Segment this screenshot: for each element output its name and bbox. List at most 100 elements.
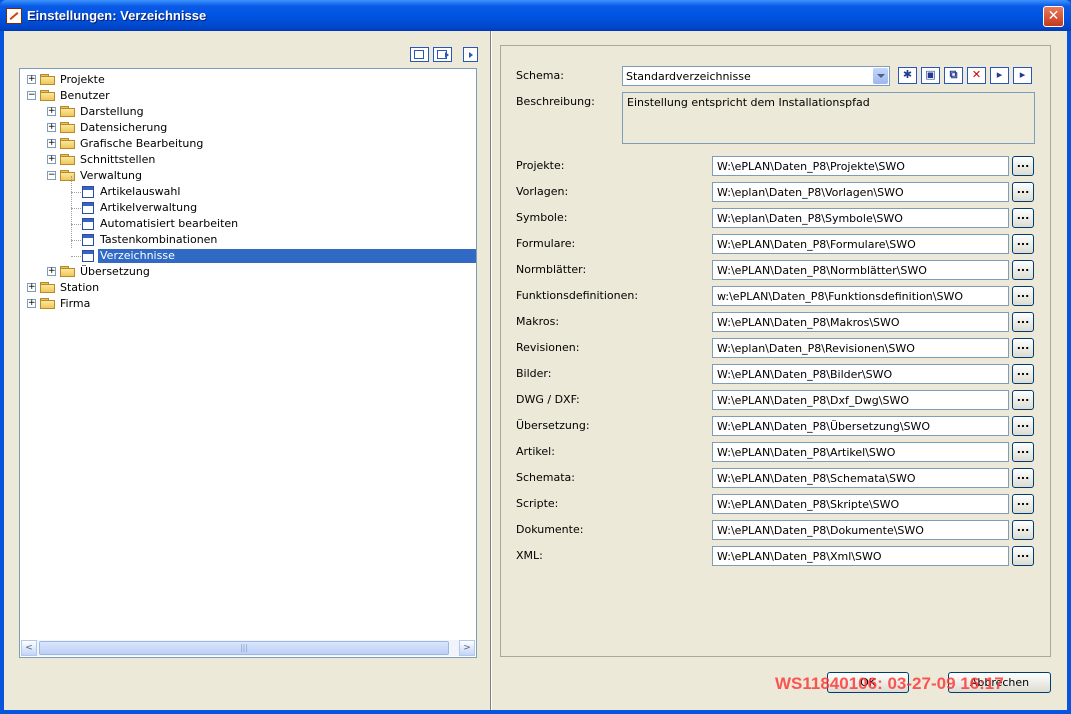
folder-icon [60,138,76,150]
tree-item[interactable]: + Projekte [20,72,476,88]
directory-label: Projekte: [516,159,565,172]
tree-item[interactable]: + Firma [20,296,476,312]
export-schema-button[interactable]: ▸ [1013,67,1032,84]
expand-panel-button[interactable] [463,47,478,62]
timestamp-watermark: WS11840106: 03-27-09 16:17 [775,674,1004,693]
tree-horizontal-scrollbar[interactable]: < ||| > [21,640,475,656]
directory-path-input[interactable]: W:\ePLAN\Daten_P8\Bilder\SWO [712,364,1009,384]
tree-item-label: Artikelauswahl [100,185,181,198]
copy-schema-button[interactable]: ⧉ [944,67,963,84]
browse-button[interactable]: ... [1012,182,1034,202]
collapse-icon[interactable]: − [47,171,56,180]
arrow-right-icon [445,52,449,58]
tree-item[interactable]: + Grafische Bearbeitung [20,136,476,152]
directory-label: Symbole: [516,211,568,224]
tree-item[interactable]: + Übersetzung [20,264,476,280]
directory-path-input[interactable]: w:\ePLAN\Daten_P8\Funktionsdefinition\SW… [712,286,1009,306]
expand-icon[interactable]: + [47,123,56,132]
directory-path-input[interactable]: W:\ePLAN\Daten_P8\Xml\SWO [712,546,1009,566]
browse-button[interactable]: ... [1012,390,1034,410]
directory-path-input[interactable]: W:\ePLAN\Daten_P8\Skripte\SWO [712,494,1009,514]
settings-tree[interactable]: < ||| > + Projekte − Benutzer + Darstellung + D… [19,68,477,658]
export-tree-button[interactable] [433,47,452,62]
browse-button[interactable]: ... [1012,468,1034,488]
directory-label: DWG / DXF: [516,393,580,406]
browse-button[interactable]: ... [1012,234,1034,254]
tree-item-label: Projekte [60,73,105,86]
directory-path-input[interactable]: W:\ePLAN\Daten_P8\Schemata\SWO [712,468,1009,488]
browse-button[interactable]: ... [1012,312,1034,332]
tree-item-label: Benutzer [60,89,110,102]
expand-icon[interactable]: + [27,283,36,292]
description-label: Beschreibung: [516,95,595,108]
import-schema-button[interactable]: ▸ [990,67,1009,84]
directory-path-input[interactable]: W:\ePLAN\Daten_P8\Makros\SWO [712,312,1009,332]
description-field[interactable]: Einstellung entspricht dem Installations… [622,92,1035,144]
directory-path-input[interactable]: W:\ePLAN\Daten_P8\Artikel\SWO [712,442,1009,462]
directory-path-input[interactable]: W:\ePLAN\Daten_P8\Übersetzung\SWO [712,416,1009,436]
browse-button[interactable]: ... [1012,338,1034,358]
title-bar[interactable]: Einstellungen: Verzeichnisse ✕ [0,0,1071,31]
collapse-icon[interactable]: − [27,91,36,100]
browse-button[interactable]: ... [1012,286,1034,306]
directory-label: XML: [516,549,543,562]
directory-label: Funktionsdefinitionen: [516,289,639,302]
delete-schema-button[interactable]: ✕ [967,67,986,84]
scrollbar-thumb[interactable]: ||| [39,641,449,655]
new-schema-button[interactable]: ✱ [898,67,917,84]
directory-label: Normblätter: [516,263,587,276]
directory-path-input[interactable]: W:\ePLAN\Daten_P8\Dokumente\SWO [712,520,1009,540]
scroll-left-button[interactable]: < [21,640,37,656]
description-text: Einstellung entspricht dem Installations… [627,96,870,109]
browse-button[interactable]: ... [1012,260,1034,280]
import-tree-button[interactable] [410,47,429,62]
directory-path-input[interactable]: W:\ePLAN\Daten_P8\Projekte\SWO [712,156,1009,176]
tree-item[interactable]: Automatisiert bearbeiten [20,216,476,232]
browse-button[interactable]: ... [1012,494,1034,514]
settings-page-icon [82,234,94,246]
browse-button[interactable]: ... [1012,416,1034,436]
tree-item[interactable]: + Darstellung [20,104,476,120]
browse-button[interactable]: ... [1012,364,1034,384]
browse-button[interactable]: ... [1012,546,1034,566]
expand-icon[interactable]: + [47,107,56,116]
expand-icon[interactable]: + [47,267,56,276]
tree-item-label: Datensicherung [80,121,168,134]
tree-item[interactable]: Artikelverwaltung [20,200,476,216]
tree-item[interactable]: + Datensicherung [20,120,476,136]
directory-path-input[interactable]: W:\eplan\Daten_P8\Vorlagen\SWO [712,182,1009,202]
tree-item-label: Grafische Bearbeitung [80,137,204,150]
tree-item[interactable]: − Verwaltung [20,168,476,184]
tree-item-label: Automatisiert bearbeiten [100,217,239,230]
settings-tree-panel: < ||| > + Projekte − Benutzer + Darstellung + D… [4,31,487,710]
browse-button[interactable]: ... [1012,442,1034,462]
tree-item[interactable]: + Station [20,280,476,296]
schema-dropdown[interactable]: Standardverzeichnisse [622,66,890,86]
window-title: Einstellungen: Verzeichnisse [27,8,207,23]
directory-path-input[interactable]: W:\eplan\Daten_P8\Revisionen\SWO [712,338,1009,358]
tree-item[interactable]: Artikelauswahl [20,184,476,200]
expand-icon[interactable]: + [27,75,36,84]
expand-icon[interactable]: + [47,139,56,148]
close-button[interactable]: ✕ [1043,6,1064,27]
tree-item[interactable]: Verzeichnisse [20,248,476,264]
expand-icon[interactable]: + [27,299,36,308]
directory-path-input[interactable]: W:\ePLAN\Daten_P8\Dxf_Dwg\SWO [712,390,1009,410]
chevron-down-icon[interactable] [873,68,888,84]
directory-path-input[interactable]: W:\ePLAN\Daten_P8\Formulare\SWO [712,234,1009,254]
panel-splitter[interactable] [490,31,492,710]
browse-button[interactable]: ... [1012,520,1034,540]
save-schema-button[interactable]: ▣ [921,67,940,84]
tree-item-label: Firma [60,297,91,310]
browse-button[interactable]: ... [1012,208,1034,228]
browse-button[interactable]: ... [1012,156,1034,176]
scroll-right-button[interactable]: > [459,640,475,656]
expand-icon[interactable]: + [47,155,56,164]
directory-path-input[interactable]: W:\eplan\Daten_P8\Symbole\SWO [712,208,1009,228]
tree-item[interactable]: − Benutzer [20,88,476,104]
directory-path-input[interactable]: W:\ePLAN\Daten_P8\Normblätter\SWO [712,260,1009,280]
tree-item[interactable]: Tastenkombinationen [20,232,476,248]
tree-item[interactable]: + Schnittstellen [20,152,476,168]
directory-label: Bilder: [516,367,552,380]
folder-icon [60,106,76,118]
